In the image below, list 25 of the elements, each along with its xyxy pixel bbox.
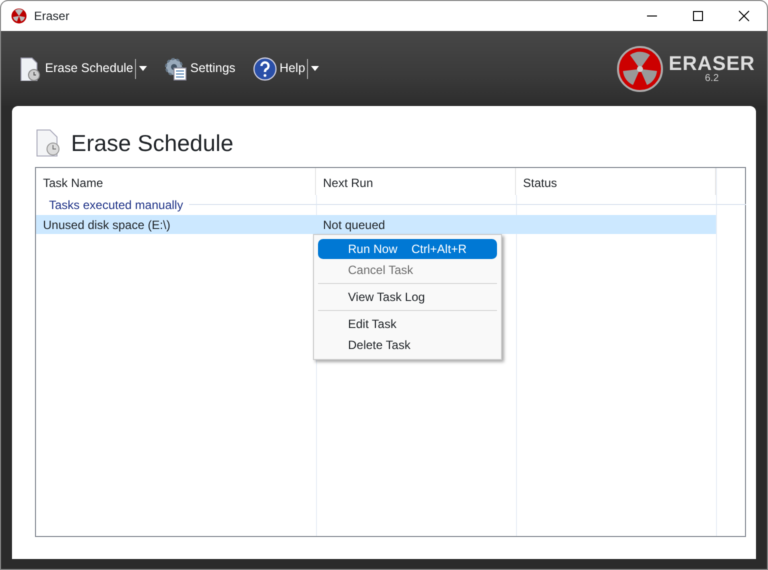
- version-text: 6.2: [704, 74, 720, 84]
- help-icon: [253, 56, 278, 80]
- column-header[interactable]: Next Run: [316, 168, 516, 194]
- table-cell: Not queued: [316, 214, 516, 234]
- document-clock-icon: [19, 56, 43, 80]
- column-header[interactable]: Status: [516, 168, 716, 194]
- logo-icon: [616, 46, 663, 92]
- menu-item[interactable]: Delete Task: [318, 334, 497, 354]
- caret-icon: [139, 66, 148, 71]
- menu-item[interactable]: View Task Log: [318, 286, 497, 306]
- app-icon: [11, 8, 27, 24]
- table-cell: Unused disk space (E:\): [36, 214, 316, 234]
- toolbar-button[interactable]: Help: [251, 56, 308, 80]
- caret-icon: [311, 66, 320, 71]
- close-icon: [738, 10, 750, 22]
- maximize-icon: [692, 10, 704, 22]
- toolbar-button[interactable]: Erase Schedule: [17, 56, 136, 80]
- toolbar-button[interactable]: Settings: [162, 56, 238, 80]
- logo-text: ERASER: [668, 54, 755, 74]
- menu-item[interactable]: Run Now Ctrl+Alt+R: [318, 238, 497, 258]
- menu-item[interactable]: Edit Task: [318, 314, 497, 334]
- window-title: Eraser: [34, 8, 70, 25]
- page-title: Erase Schedule: [71, 129, 234, 158]
- settings-icon: [164, 56, 188, 80]
- group-header: Tasks executed manually: [49, 196, 184, 214]
